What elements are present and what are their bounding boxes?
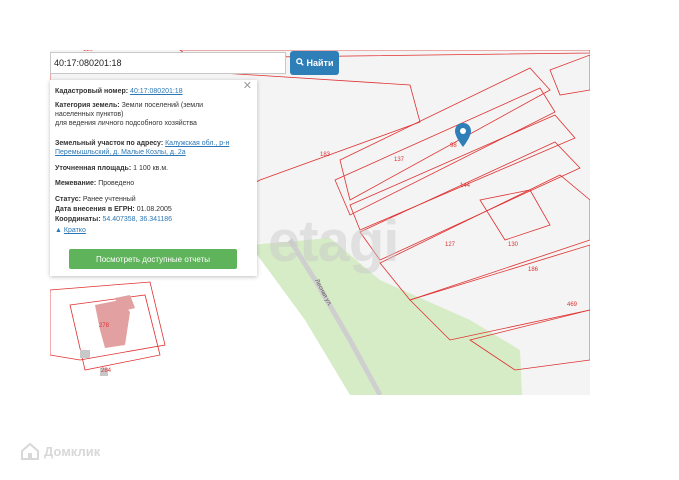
date-row: Дата внесения в ЕГРН: 01.08.2005	[55, 205, 243, 214]
area-row: Уточненная площадь: 1 100 кв.м.	[55, 164, 243, 173]
map-pin-icon[interactable]	[455, 123, 471, 147]
collapse-link[interactable]: ▲ Кратко	[55, 226, 243, 235]
parcel-label: 469	[567, 302, 578, 308]
survey-label: Межевание:	[55, 180, 97, 187]
parcel-info-popup: ✕ Кадастровый номер: 40:17:080201:18 Кат…	[50, 80, 257, 276]
brand-name: Домклик	[44, 443, 101, 459]
view-reports-button[interactable]: Посмотреть доступные отчеты	[69, 249, 237, 269]
search-button-label: Найти	[306, 58, 334, 68]
area-value: 1 100 кв.м.	[133, 165, 169, 172]
parcel-label: 137	[394, 157, 405, 163]
search-input[interactable]: 40:17:080201:18	[50, 52, 286, 74]
parcel-label: 98	[450, 143, 457, 149]
coords-row: Координаты: 54.407358, 36.341186	[55, 215, 243, 224]
survey-value: Проведено	[98, 180, 135, 187]
category-label: Категория земель:	[55, 102, 120, 109]
parcel-label: 278	[99, 323, 110, 329]
date-label: Дата внесения в ЕГРН:	[55, 206, 135, 213]
status-row: Статус: Ранее учтенный	[55, 195, 243, 204]
watermark: etagi	[268, 209, 399, 274]
parcel-label: 127	[445, 242, 456, 248]
coords-label: Координаты:	[55, 216, 101, 223]
parcel-label: 144	[460, 183, 471, 189]
address-label: Земельный участок по адресу:	[55, 140, 164, 147]
date-value: 01.08.2005	[136, 206, 172, 213]
cadastral-row: Кадастровый номер: 40:17:080201:18	[55, 87, 243, 96]
search-button[interactable]: Найти	[290, 51, 339, 75]
address-row: Земельный участок по адресу: Калужская о…	[55, 139, 243, 157]
status-label: Статус:	[55, 196, 81, 203]
parcel-label: 183	[320, 152, 331, 158]
category-value-2: для ведения личного подсобного хозяйства	[55, 120, 197, 127]
home-icon	[21, 442, 39, 460]
domclick-logo: Домклик	[20, 442, 100, 460]
close-icon[interactable]: ✕	[243, 81, 252, 92]
area-label: Уточненная площадь:	[55, 165, 132, 172]
coords-value[interactable]: 54.407358, 36.341186	[102, 216, 172, 223]
status-value: Ранее учтенный	[82, 196, 136, 203]
chevron-up-icon: ▲	[55, 227, 62, 234]
cadastral-link[interactable]: 40:17:080201:18	[130, 88, 183, 95]
cadastral-label: Кадастровый номер:	[55, 88, 129, 95]
parcel-label: 186	[528, 267, 539, 273]
category-row: Категория земель: Земли поселений (земли…	[55, 101, 243, 128]
search-icon	[295, 58, 304, 68]
parcel-label: 284	[101, 368, 112, 374]
parcel-label: 130	[508, 242, 519, 248]
survey-row: Межевание: Проведено	[55, 179, 243, 188]
